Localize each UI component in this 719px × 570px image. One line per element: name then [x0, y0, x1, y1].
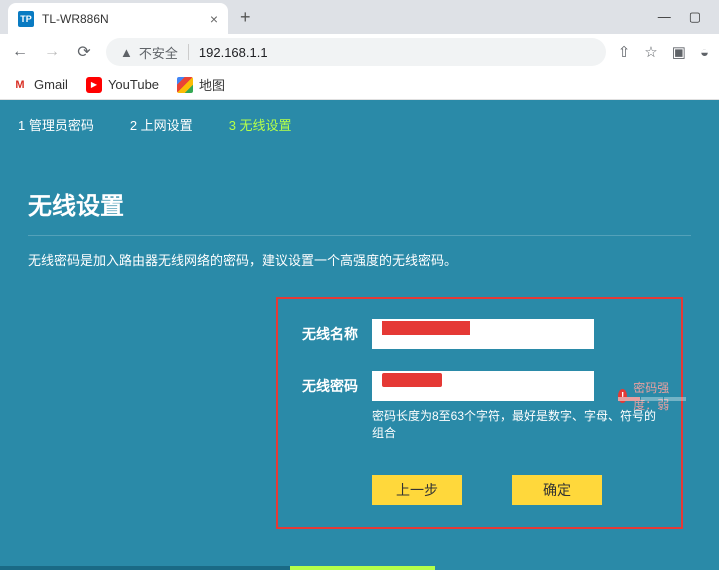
prev-button[interactable]: 上一步	[372, 475, 462, 505]
youtube-icon: ▶	[86, 77, 102, 93]
wizard-steps: 1 管理员密码 2 上网设置 3 无线设置	[0, 100, 719, 148]
step-underline	[0, 566, 140, 570]
security-label: 不安全	[139, 43, 178, 62]
browser-chrome: TP TL-WR886N × + — ▢ ← → ⟳ ▲ 不安全 192.168…	[0, 0, 719, 100]
tab-favicon: TP	[18, 11, 34, 27]
close-icon[interactable]: ×	[210, 11, 218, 27]
reload-button[interactable]: ⟳	[74, 42, 94, 62]
ssid-label: 无线名称	[302, 324, 372, 344]
step-underline-active	[290, 566, 435, 570]
ssid-input[interactable]	[372, 319, 594, 349]
divider	[188, 44, 189, 60]
new-tab-button[interactable]: +	[232, 7, 259, 28]
bookmark-star-icon[interactable]: ☆	[644, 43, 657, 61]
password-strength: ! 密码强度：弱	[618, 379, 681, 413]
bookmark-maps[interactable]: 地图	[177, 75, 225, 94]
wizard-step-2[interactable]: 2 上网设置	[112, 100, 211, 148]
gmail-icon: M	[12, 77, 28, 93]
wizard-step-3[interactable]: 3 无线设置	[211, 100, 310, 148]
form-row-ssid: 无线名称	[302, 319, 657, 349]
bookmark-label: Gmail	[34, 77, 68, 92]
url-text: 192.168.1.1	[199, 45, 268, 60]
strength-seg	[641, 397, 663, 401]
bookmark-gmail[interactable]: M Gmail	[12, 77, 68, 93]
confirm-button[interactable]: 确定	[512, 475, 602, 505]
strength-bar	[618, 397, 686, 401]
password-input[interactable]	[372, 371, 594, 401]
minimize-icon[interactable]: —	[658, 9, 671, 25]
warning-icon: ▲	[120, 45, 133, 60]
strength-seg	[664, 397, 686, 401]
bookmark-youtube[interactable]: ▶ YouTube	[86, 77, 159, 93]
content-area: 无线设置 无线密码是加入路由器无线网络的密码，建议设置一个高强度的无线密码。 无…	[0, 148, 719, 529]
window-controls: — ▢	[658, 9, 711, 25]
button-row: 上一步 确定	[372, 475, 657, 505]
divider	[28, 235, 691, 236]
router-page: 1 管理员密码 2 上网设置 3 无线设置 无线设置 无线密码是加入路由器无线网…	[0, 100, 719, 570]
page-description: 无线密码是加入路由器无线网络的密码，建议设置一个高强度的无线密码。	[28, 250, 691, 269]
profile-icon[interactable]: ◒	[700, 44, 709, 61]
form-row-password: 无线密码	[302, 371, 657, 401]
strength-seg	[618, 397, 640, 401]
bookmark-label: 地图	[199, 75, 225, 94]
page-title: 无线设置	[28, 186, 691, 221]
form-highlight-box: 无线名称 无线密码 ! 密码强度：弱 密码长度为8至63个字符，最好是数字、字母…	[276, 297, 683, 529]
maximize-icon[interactable]: ▢	[689, 9, 701, 25]
bookmarks-bar: M Gmail ▶ YouTube 地图	[0, 70, 719, 100]
back-button[interactable]: ←	[10, 43, 30, 61]
bookmark-label: YouTube	[108, 77, 159, 92]
forward-button: →	[42, 43, 62, 61]
tab-title: TL-WR886N	[42, 12, 202, 26]
step-underline	[140, 566, 290, 570]
browser-tab[interactable]: TP TL-WR886N ×	[8, 3, 228, 35]
password-hint: 密码长度为8至63个字符，最好是数字、字母、符号的组合	[372, 407, 657, 441]
url-box[interactable]: ▲ 不安全 192.168.1.1	[106, 38, 606, 66]
address-bar: ← → ⟳ ▲ 不安全 192.168.1.1 ⇧ ☆ ▣ ◒	[0, 34, 719, 70]
share-icon[interactable]: ⇧	[618, 43, 631, 61]
password-label: 无线密码	[302, 376, 372, 396]
tab-bar: TP TL-WR886N × + — ▢	[0, 0, 719, 34]
wizard-step-1[interactable]: 1 管理员密码	[0, 100, 112, 148]
maps-icon	[177, 77, 193, 93]
side-panel-icon[interactable]: ▣	[672, 43, 686, 61]
